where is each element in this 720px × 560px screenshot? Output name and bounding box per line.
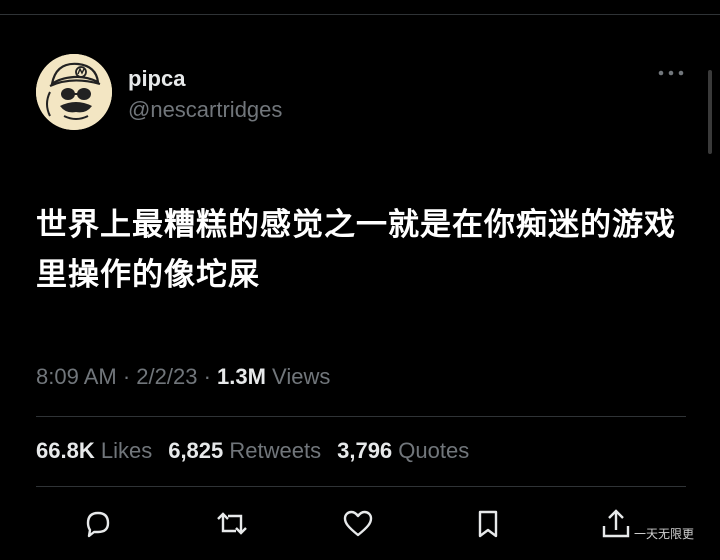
tweet-meta: 8:09 AM · 2/2/23 · 1.3M Views — [36, 364, 330, 390]
retweet-icon[interactable] — [214, 506, 250, 542]
quotes-label: Quotes — [398, 438, 470, 463]
share-icon[interactable] — [598, 506, 634, 542]
like-icon[interactable] — [340, 506, 376, 542]
likes-label: Likes — [100, 438, 153, 463]
watermark: 一天无限更 — [634, 527, 695, 541]
tweet-text: 世界上最糟糕的感觉之一就是在你痴迷的游戏里操作的像坨屎 — [36, 207, 676, 293]
retweets-stat[interactable]: 6,825 Retweets — [168, 438, 321, 463]
bookmark-icon[interactable] — [470, 506, 506, 542]
tweet-date[interactable]: 2/2/23 — [136, 364, 197, 389]
tweet-time[interactable]: 8:09 AM — [36, 364, 117, 389]
likes-stat[interactable]: 66.8K Likes — [36, 438, 152, 463]
views-label: Views — [265, 364, 331, 389]
retweets-label: Retweets — [229, 438, 322, 463]
likes-count: 66.8K — [36, 438, 95, 463]
avatar[interactable] — [36, 54, 112, 130]
top-divider — [0, 14, 720, 15]
retweets-count: 6,825 — [168, 438, 224, 463]
reply-icon[interactable] — [80, 506, 116, 542]
meta-separator: · — [197, 364, 218, 389]
cartoon-cap-avatar-icon — [36, 54, 112, 130]
divider — [36, 486, 686, 487]
author-name[interactable]: pipca — [128, 66, 185, 92]
views-count: 1.3M — [217, 364, 266, 389]
meta-separator: · — [116, 364, 137, 389]
more-options-icon[interactable] — [656, 66, 686, 80]
engagement-stats: 66.8K Likes 6,825 Retweets 3,796 Quotes — [36, 438, 485, 464]
divider — [36, 416, 686, 417]
quotes-stat[interactable]: 3,796 Quotes — [337, 438, 469, 463]
scrollbar[interactable] — [708, 70, 712, 154]
quotes-count: 3,796 — [337, 438, 393, 463]
author-handle[interactable]: @nescartridges — [128, 97, 282, 123]
